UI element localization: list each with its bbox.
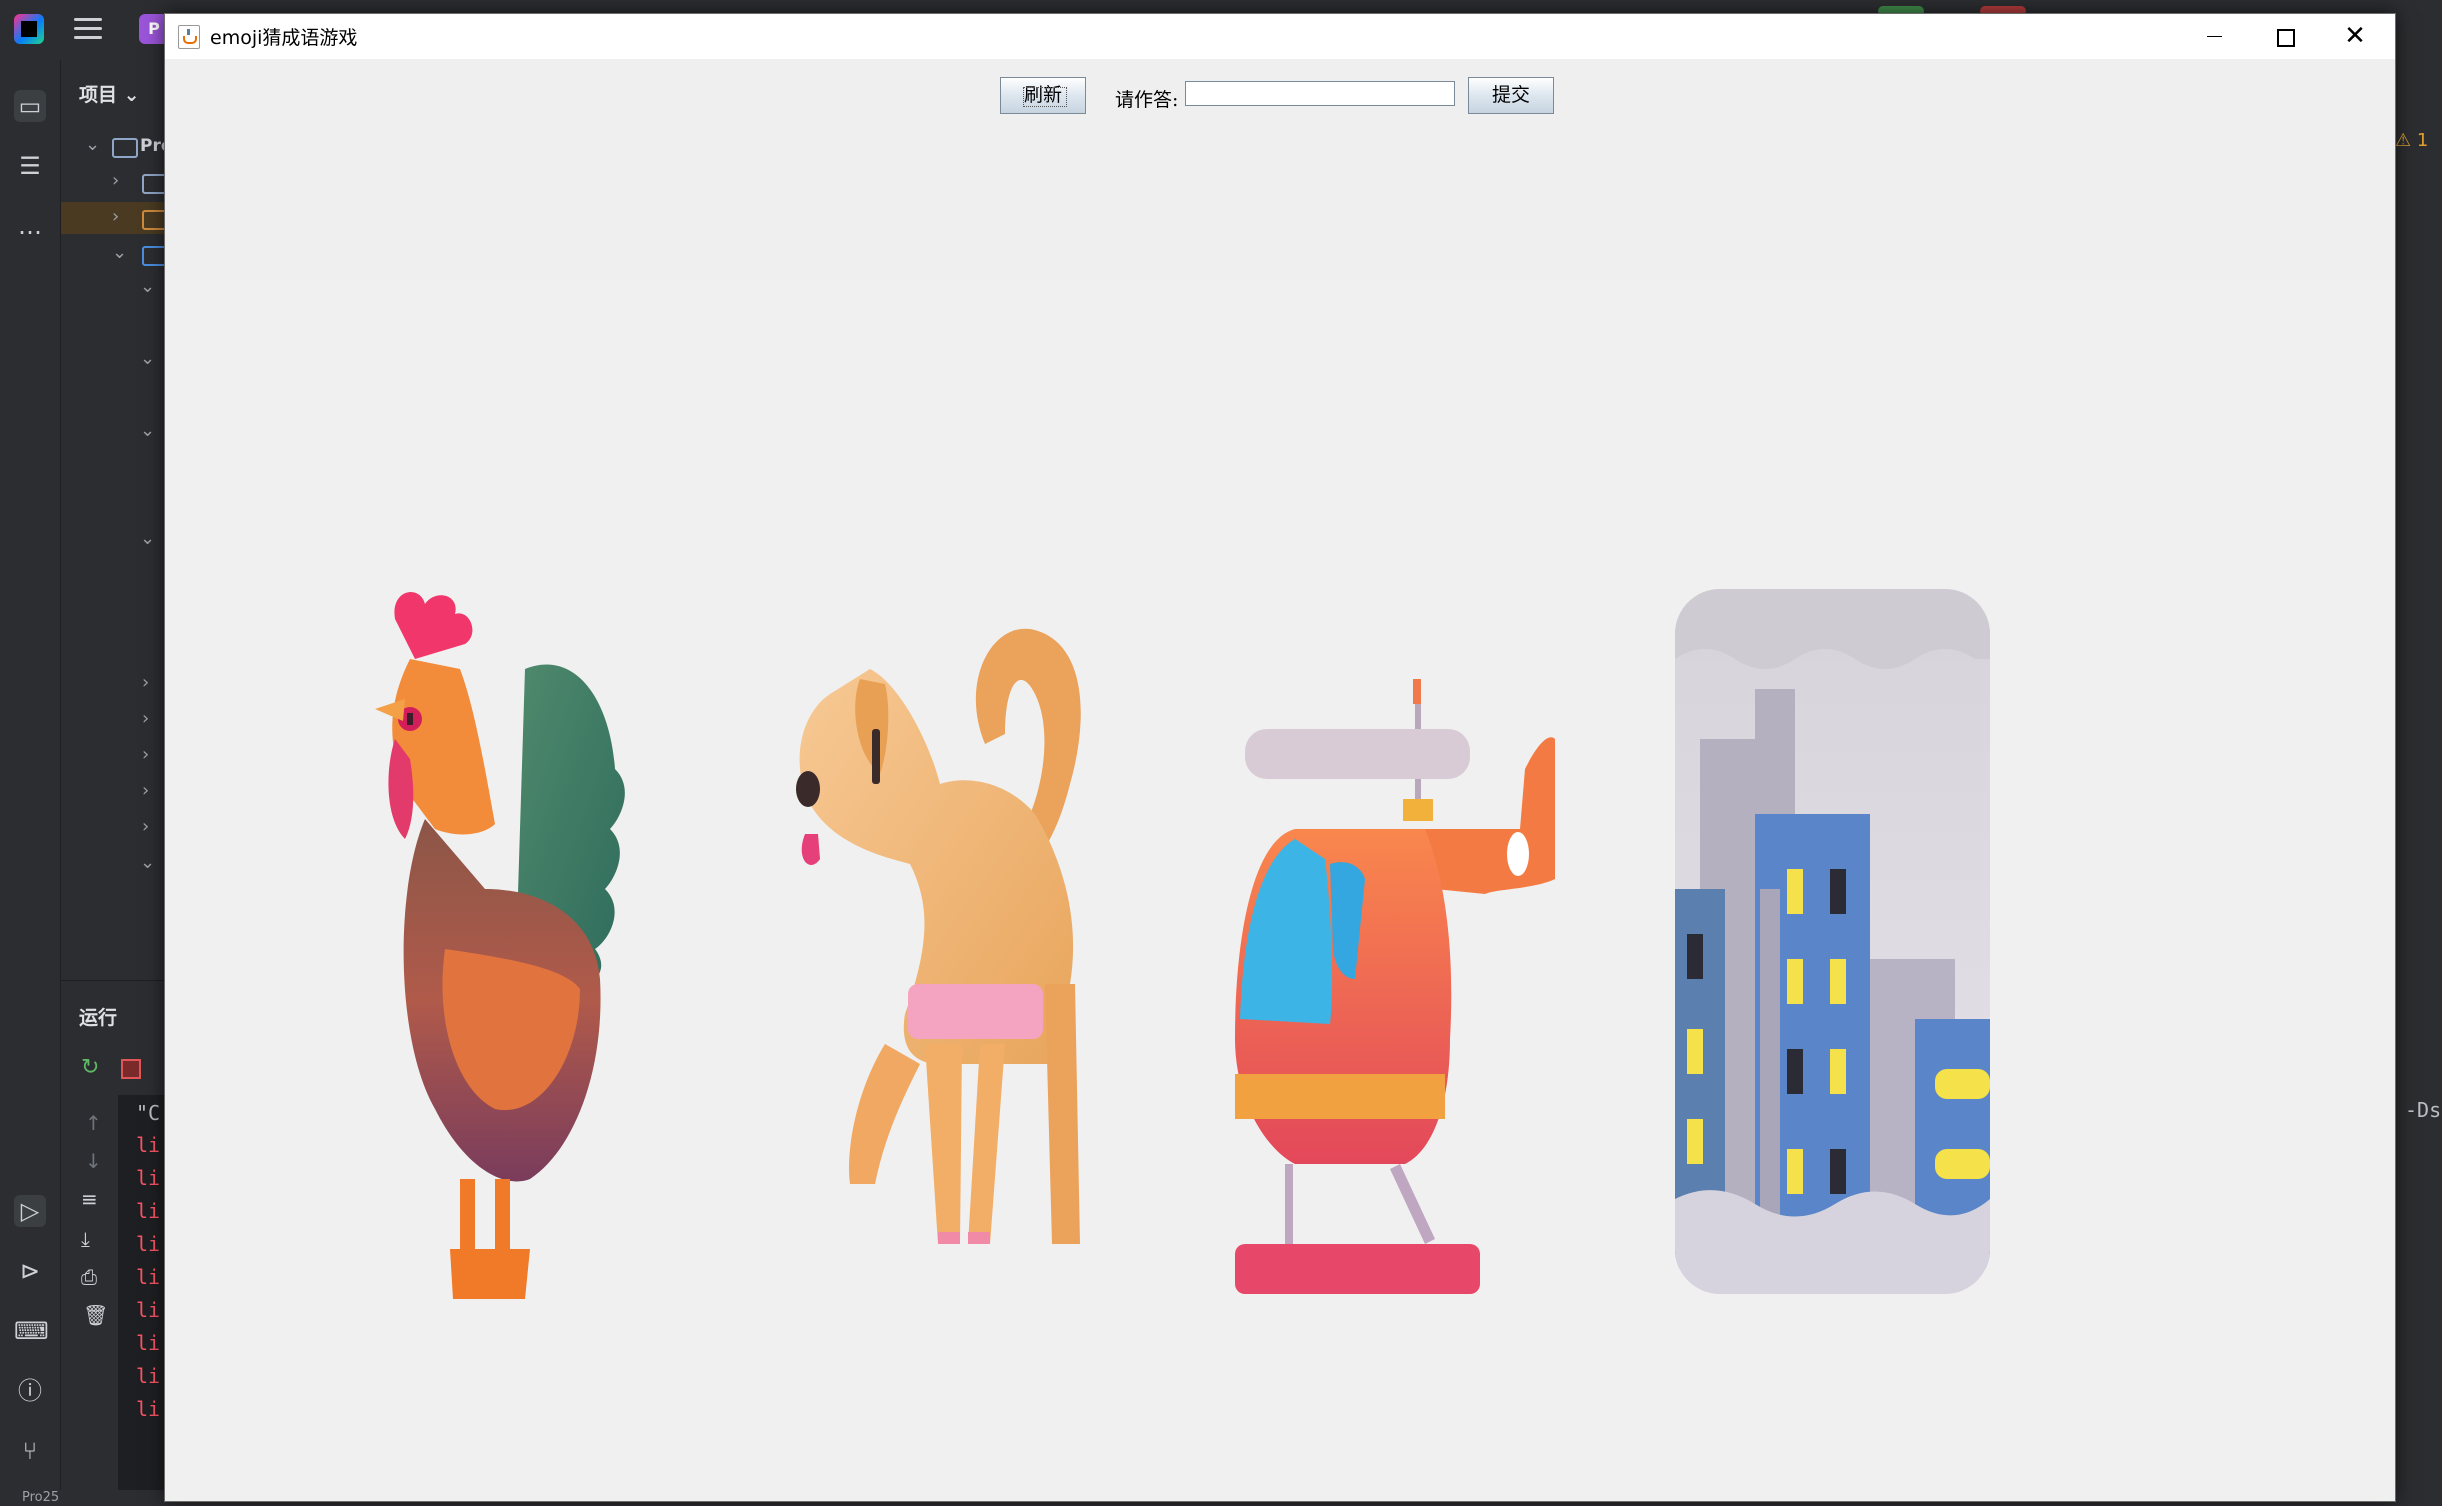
window-title: emoji猜成语游戏 bbox=[210, 27, 358, 49]
chevron-down-icon[interactable]: ⌄ bbox=[112, 242, 127, 263]
console-output[interactable]: "C li li li li li li li li li bbox=[118, 1095, 166, 1490]
control-panel: 刷新 请作答: 提交 bbox=[165, 59, 2395, 279]
chevron-right-icon[interactable]: › bbox=[142, 708, 149, 729]
chevron-down-icon[interactable]: ⌄ bbox=[140, 348, 155, 369]
status-path[interactable]: Pro25 bbox=[22, 1490, 59, 1505]
ide-tool-strip: ▭ ☰ … ▷ ⊳ ⌨ ⓘ ⑂ bbox=[0, 60, 61, 1505]
chevron-right-icon[interactable]: › bbox=[142, 744, 149, 765]
trash-icon[interactable]: 🗑 bbox=[83, 1303, 108, 1327]
console-line: li bbox=[136, 1133, 161, 1157]
console-line: li bbox=[136, 1331, 161, 1355]
answer-input[interactable] bbox=[1185, 81, 1455, 106]
structure-icon[interactable]: ☰ bbox=[14, 150, 46, 182]
ide-right-strip bbox=[2393, 60, 2442, 1505]
project-folder-icon[interactable]: ▭ bbox=[14, 90, 46, 122]
console-line: li bbox=[136, 1364, 161, 1388]
answer-label: 请作答: bbox=[1115, 89, 1179, 111]
chevron-down-icon[interactable]: ⌄ bbox=[85, 134, 100, 155]
project-panel: 项目 ⌄ bbox=[61, 60, 166, 980]
intellij-logo-icon bbox=[14, 14, 44, 44]
chevron-down-icon[interactable]: ⌄ bbox=[140, 420, 155, 441]
run-icon[interactable]: ▷ bbox=[14, 1195, 46, 1227]
close-button[interactable]: ✕ bbox=[2320, 14, 2390, 59]
console-line: li bbox=[136, 1298, 161, 1322]
dog-emoji bbox=[796, 628, 1081, 1244]
focus-ring bbox=[1023, 87, 1067, 107]
console-line: li bbox=[136, 1232, 161, 1256]
folder-icon bbox=[112, 138, 138, 158]
submit-button[interactable]: 提交 bbox=[1468, 77, 1554, 114]
more-tools-icon[interactable]: … bbox=[14, 210, 46, 242]
minimize-button[interactable] bbox=[2180, 14, 2250, 59]
rerun-icon[interactable]: ↻ bbox=[81, 1055, 99, 1080]
git-icon[interactable]: ⑂ bbox=[14, 1435, 46, 1467]
chevron-right-icon[interactable]: › bbox=[112, 170, 119, 191]
chevron-down-icon[interactable]: ⌄ bbox=[140, 276, 155, 297]
console-overflow-text: -Ds bbox=[2405, 1098, 2442, 1122]
soft-wrap-icon[interactable]: ≡ bbox=[81, 1187, 98, 1211]
refresh-button[interactable]: 刷新 bbox=[1000, 77, 1086, 114]
chevron-right-icon[interactable]: › bbox=[142, 816, 149, 837]
cityscape-emoji bbox=[1675, 589, 1990, 1294]
scroll-up-icon[interactable]: ↑ bbox=[85, 1111, 102, 1135]
scroll-down-icon[interactable]: ↓ bbox=[85, 1149, 102, 1173]
console-line: li bbox=[136, 1166, 161, 1190]
console-line: li bbox=[136, 1265, 161, 1289]
console-line: li bbox=[136, 1199, 161, 1223]
chevron-right-icon[interactable]: › bbox=[112, 206, 119, 227]
game-window: emoji猜成语游戏 ✕ 刷新 请作答: 提交 bbox=[164, 13, 2396, 1502]
chevron-right-icon[interactable]: › bbox=[142, 672, 149, 693]
console-line: "C bbox=[136, 1101, 161, 1125]
emoji-canvas bbox=[165, 279, 2395, 1501]
warning-indicator[interactable]: ⚠ 1 bbox=[2395, 130, 2428, 151]
stop-icon[interactable] bbox=[121, 1059, 141, 1079]
print-icon[interactable]: ⎙ bbox=[81, 1265, 97, 1289]
rooster-emoji bbox=[375, 592, 625, 1299]
services-icon[interactable]: ⊳ bbox=[14, 1255, 46, 1287]
project-panel-title[interactable]: 项目 ⌄ bbox=[79, 80, 140, 107]
chevron-down-icon[interactable]: ⌄ bbox=[140, 852, 155, 873]
run-panel-title[interactable]: 运行 bbox=[79, 1003, 117, 1030]
helicopter-emoji bbox=[1235, 679, 1555, 1294]
maximize-icon bbox=[2277, 29, 2295, 47]
console-line: li bbox=[136, 1397, 161, 1421]
window-title-bar[interactable]: emoji猜成语游戏 ✕ bbox=[165, 14, 2395, 59]
warning-count: 1 bbox=[2416, 130, 2429, 151]
main-menu-icon[interactable] bbox=[74, 18, 102, 40]
chevron-down-icon[interactable]: ⌄ bbox=[140, 528, 155, 549]
scroll-to-end-icon[interactable]: ⤓ bbox=[81, 1227, 90, 1251]
minimize-icon bbox=[2207, 36, 2222, 37]
chevron-right-icon[interactable]: › bbox=[142, 780, 149, 801]
terminal-icon[interactable]: ⌨ bbox=[14, 1315, 49, 1347]
problems-icon[interactable]: ⓘ bbox=[14, 1375, 46, 1407]
maximize-button[interactable] bbox=[2250, 14, 2320, 59]
java-app-icon bbox=[178, 25, 200, 49]
